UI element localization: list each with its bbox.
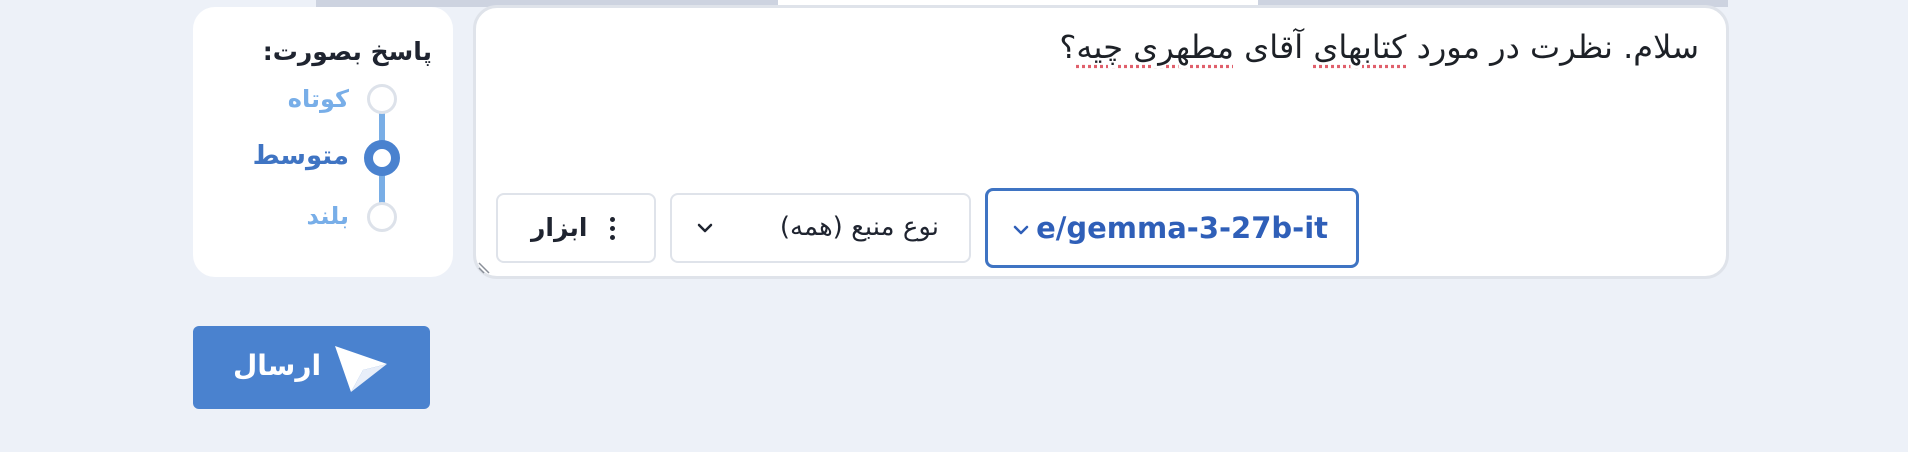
query-input-area[interactable]: سلام. نظرت در مورد کتابهای آقای مطهری چی… xyxy=(473,5,1729,279)
source-type-select[interactable]: نوع منبع (همه) xyxy=(670,193,971,263)
send-button[interactable]: ارسال xyxy=(193,326,430,409)
response-length-title: پاسخ بصورت: xyxy=(262,37,432,66)
chevron-down-icon xyxy=(1013,225,1029,235)
query-text-part: آقای xyxy=(1233,28,1314,66)
resize-handle-icon[interactable] xyxy=(478,260,492,274)
option-short-radio[interactable] xyxy=(367,84,397,114)
response-length-panel: پاسخ بصورت: کوتاه متوسط بلند xyxy=(193,7,453,277)
tools-button[interactable]: ابزار xyxy=(496,193,656,263)
model-select[interactable]: e/gemma-3-27b-it xyxy=(985,188,1359,268)
misspelled-word: کتابهای xyxy=(1313,28,1407,66)
option-medium-radio[interactable] xyxy=(364,140,400,176)
model-label: e/gemma-3-27b-it xyxy=(1036,211,1328,245)
option-medium-label[interactable]: متوسط xyxy=(253,141,349,171)
option-short-label[interactable]: کوتاه xyxy=(288,85,349,113)
option-long-radio[interactable] xyxy=(367,202,397,232)
misspelled-word: مطهری چیه xyxy=(1076,28,1234,66)
option-long-label[interactable]: بلند xyxy=(307,202,349,230)
kebab-icon xyxy=(610,217,616,243)
tools-label: ابزار xyxy=(531,213,588,242)
send-icon xyxy=(335,346,387,392)
source-type-label: نوع منبع (همه) xyxy=(779,212,939,242)
send-label: ارسال xyxy=(233,349,322,382)
query-text[interactable]: سلام. نظرت در مورد کتابهای آقای مطهری چی… xyxy=(1059,28,1699,66)
query-text-part: ؟ xyxy=(1059,28,1077,66)
chevron-down-icon xyxy=(697,223,713,233)
query-text-part: سلام. نظرت در مورد xyxy=(1406,28,1699,66)
